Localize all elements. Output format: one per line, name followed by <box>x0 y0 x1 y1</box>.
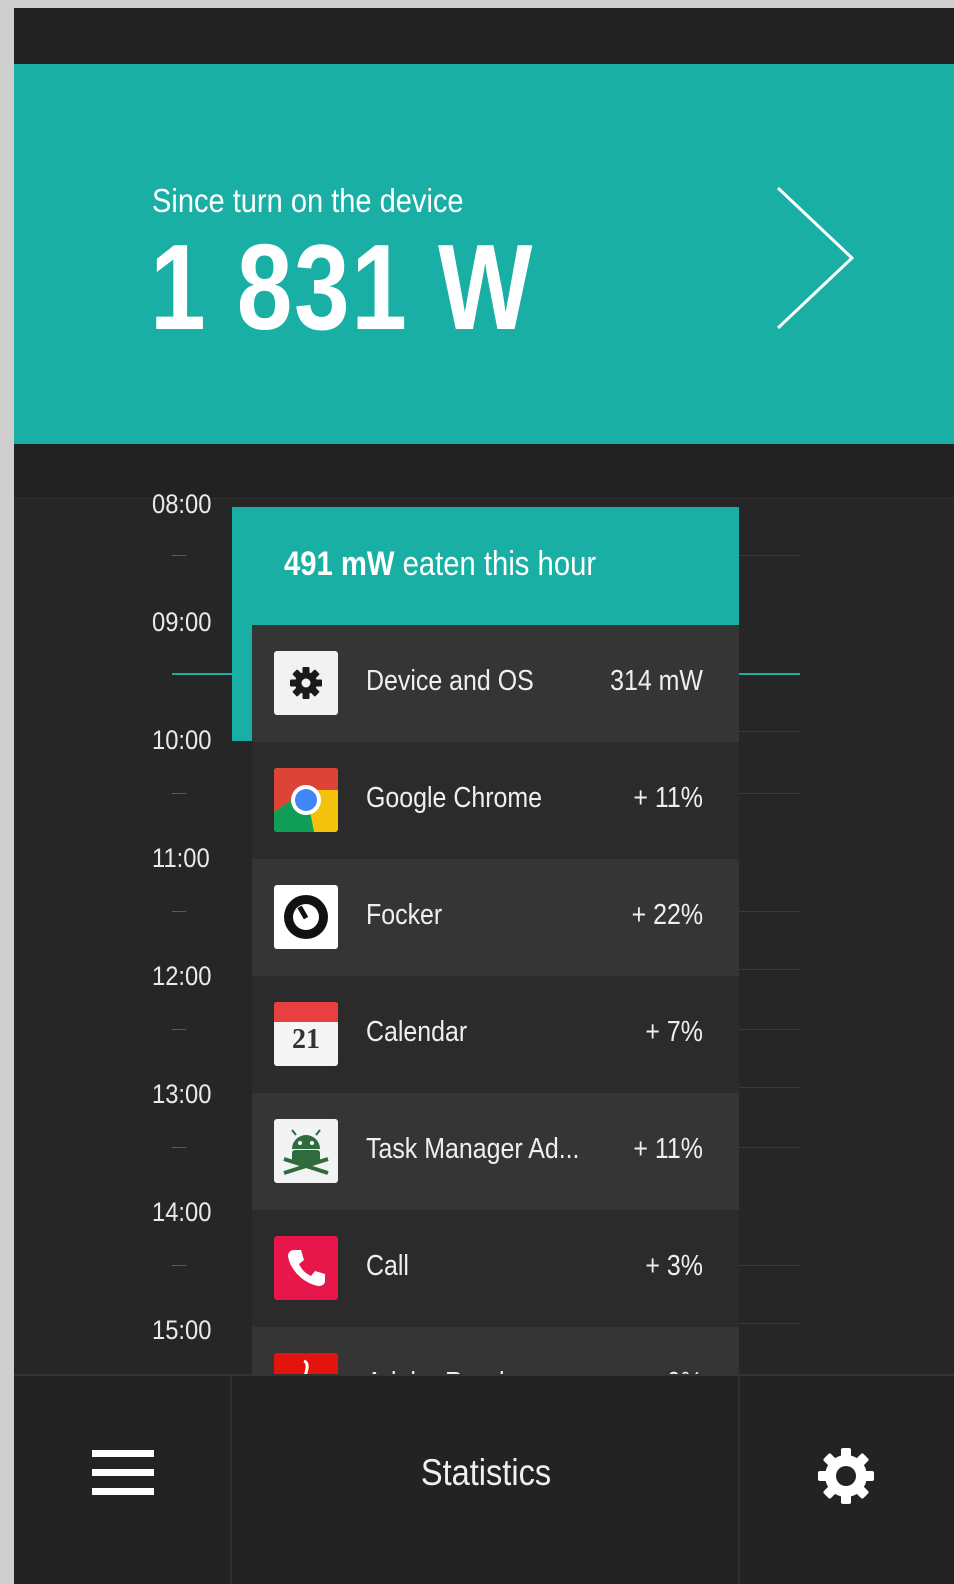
screen-title: Statistics <box>420 1452 552 1493</box>
divider <box>230 1376 232 1584</box>
app-row[interactable]: Google Chrome + 11% <box>252 742 739 859</box>
hour-label: 10:00 <box>152 725 212 755</box>
hour-label: 11:00 <box>152 843 210 873</box>
app-name: Device and OS <box>366 665 534 697</box>
grid-line <box>738 555 800 556</box>
grid-line <box>738 1265 800 1266</box>
focker-icon <box>274 885 338 949</box>
calendar-icon-band <box>274 1002 338 1022</box>
accent-strip <box>232 625 252 741</box>
total-consumption-value: 1 831 W <box>150 219 535 355</box>
timeline-tick <box>172 555 186 556</box>
hour-consumption-amount: 491 mW <box>284 545 395 583</box>
app-consumption: 314 mW <box>610 665 703 697</box>
app-name: Focker <box>366 899 443 931</box>
grid-line <box>738 1029 800 1030</box>
hour-consumption-summary: 491 mW eaten this hour <box>284 545 596 584</box>
hour-label: 13:00 <box>152 1079 212 1109</box>
divider <box>738 1376 740 1584</box>
call-icon <box>274 1236 338 1300</box>
hour-label: 12:00 <box>152 961 212 991</box>
card-header: 491 mW eaten this hour <box>232 507 739 625</box>
app-row[interactable]: 21 Calendar + 7% <box>252 976 739 1093</box>
hour-consumption-suffix: eaten this hour <box>394 545 597 583</box>
timeline-tick <box>172 911 186 912</box>
grid-line <box>738 731 800 732</box>
app-row[interactable]: Call + 3% <box>252 1210 739 1327</box>
timeline-tick <box>172 1147 186 1148</box>
app-consumption: + 3% <box>645 1250 703 1282</box>
grid-line <box>738 793 800 794</box>
app-screen: Since turn on the device 1 831 W 08:00 0… <box>14 8 954 1584</box>
grid-line <box>738 911 800 912</box>
bottom-navigation-bar: Statistics <box>14 1374 954 1584</box>
hour-label: 08:00 <box>152 489 212 519</box>
app-row[interactable]: Task Manager Ad... + 11% <box>252 1093 739 1210</box>
total-consumption-banner[interactable]: Since turn on the device 1 831 W <box>14 64 954 444</box>
grid-line <box>738 1147 800 1148</box>
calendar-icon-day: 21 <box>292 1024 320 1055</box>
app-row[interactable]: Adobe Reader 0% <box>252 1327 739 1379</box>
hour-label: 09:00 <box>152 607 212 637</box>
app-consumption: + 7% <box>645 1016 703 1048</box>
app-row[interactable]: Focker + 22% <box>252 859 739 976</box>
grid-line <box>738 969 800 970</box>
app-consumption: + 11% <box>633 1133 703 1165</box>
timeline-tick <box>172 1029 186 1030</box>
app-usage-list: Device and OS 314 mW Google Chrome + 11% <box>252 625 739 1379</box>
task-manager-android-icon <box>274 1119 338 1183</box>
app-name: Calendar <box>366 1016 468 1048</box>
grid-line <box>738 1087 800 1088</box>
chevron-right-icon[interactable] <box>774 186 870 338</box>
app-name: Google Chrome <box>366 782 543 814</box>
app-name: Task Manager Ad... <box>366 1133 580 1165</box>
hour-label: 15:00 <box>152 1315 212 1345</box>
calendar-icon: 21 <box>274 1002 338 1066</box>
chrome-icon <box>274 768 338 832</box>
app-consumption: + 11% <box>633 782 703 814</box>
hour-label: 14:00 <box>152 1197 212 1227</box>
timeline-tick <box>172 1265 186 1266</box>
app-row[interactable]: Device and OS 314 mW <box>252 625 739 742</box>
hour-consumption-card[interactable]: 491 mW eaten this hour Device and OS 314… <box>232 507 739 1379</box>
app-name: Call <box>366 1250 409 1282</box>
settings-gear-icon[interactable] <box>814 1444 878 1508</box>
status-bar <box>14 8 954 64</box>
timeline-tick <box>172 793 186 794</box>
grid-line <box>738 1323 800 1324</box>
menu-icon[interactable] <box>92 1446 156 1500</box>
device-os-gear-icon <box>274 651 338 715</box>
app-consumption: + 22% <box>631 899 703 931</box>
